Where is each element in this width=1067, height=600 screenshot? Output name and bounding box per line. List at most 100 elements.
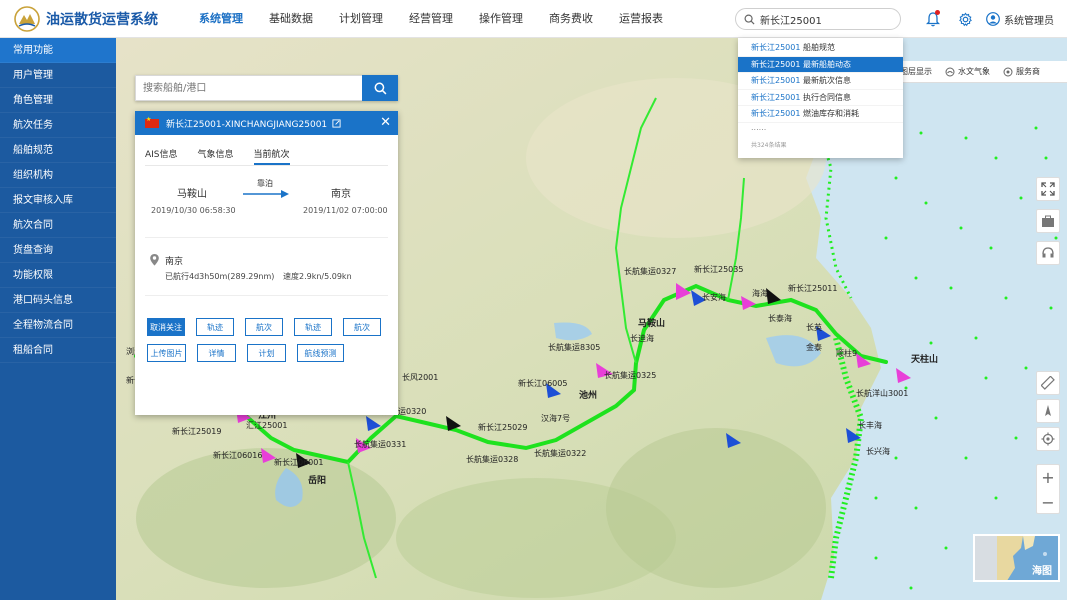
toolbox-button[interactable] <box>1036 209 1060 233</box>
to-time: 2019/11/02 07:00:00 <box>303 206 388 215</box>
svg-text:长泰海: 长泰海 <box>768 313 792 323</box>
headset-button[interactable] <box>1036 241 1060 265</box>
zoom-out-button[interactable]: − <box>1037 490 1059 515</box>
svg-text:新长江06016: 新长江06016 <box>213 450 262 460</box>
result-text: 最新船舶动态 <box>800 59 851 69</box>
route-forecast-button[interactable]: 航线预测 <box>297 344 344 362</box>
service-provider-label: 服务商 <box>1016 67 1040 76</box>
voyage-button-2[interactable]: 航次 <box>343 318 381 336</box>
svg-text:池州: 池州 <box>579 389 597 401</box>
map-search-button[interactable] <box>362 75 398 101</box>
svg-text:长迪海: 长迪海 <box>630 333 654 343</box>
arrow-right-icon <box>243 190 289 198</box>
sidebar-item-port-info[interactable]: 港口码头信息 <box>0 288 116 313</box>
from-time: 2019/10/30 06:58:30 <box>151 206 236 215</box>
sidebar-item-roles[interactable]: 角色管理 <box>0 88 116 113</box>
nav-item-operation[interactable]: 操作管理 <box>466 0 536 38</box>
popup-title: 新长江25001-XINCHANGJIANG25001 <box>166 119 328 130</box>
layer-display-button[interactable]: 图层显示 <box>900 66 932 77</box>
map-search-input[interactable] <box>135 75 362 101</box>
current-location: 南京 已航行4d3h50m(289.29nm) 速度2.9kn/5.09kn <box>145 238 388 296</box>
popup-actions: 取消关注 轨迹 航次 轨迹 航次 上传图片 详情 计划 航线预测 <box>147 318 392 370</box>
result-more[interactable]: ...... <box>738 123 903 138</box>
settings-button[interactable] <box>954 8 976 30</box>
track-button-2[interactable]: 轨迹 <box>294 318 332 336</box>
nav-item-system[interactable]: 系统管理 <box>186 0 256 38</box>
tab-weather-info[interactable]: 气象信息 <box>198 144 234 165</box>
search-icon <box>744 14 755 25</box>
svg-text:海海: 海海 <box>752 288 768 298</box>
user-menu[interactable]: 系统管理员 <box>986 12 1054 27</box>
fullscreen-button[interactable] <box>1036 177 1060 201</box>
top-icons: 系统管理员 <box>922 8 1054 30</box>
svg-text:马鞍山: 马鞍山 <box>638 317 665 329</box>
logo-icon <box>14 5 40 32</box>
sidebar-item-users[interactable]: 用户管理 <box>0 63 116 88</box>
sailed-info: 已航行4d3h50m(289.29nm) <box>165 272 275 281</box>
sidebar-item-voyage-tasks[interactable]: 航次任务 <box>0 113 116 138</box>
locate-button[interactable] <box>1036 427 1060 451</box>
minimap-label: 海图 <box>1032 566 1052 577</box>
sidebar-item-cargo-query[interactable]: 货盘查询 <box>0 238 116 263</box>
compass-button[interactable] <box>1036 399 1060 423</box>
sidebar-item-logistics-contract[interactable]: 全程物流合同 <box>0 313 116 338</box>
sidebar-item-voyage-contract[interactable]: 航次合同 <box>0 213 116 238</box>
sidebar-item-charter-contract[interactable]: 租船合同 <box>0 338 116 363</box>
user-avatar-icon <box>986 12 1000 26</box>
close-icon[interactable]: ✕ <box>380 115 391 131</box>
hydro-weather-label: 水文气象 <box>958 67 990 76</box>
tab-current-voyage[interactable]: 当前航次 <box>253 144 290 165</box>
notification-badge <box>935 10 940 15</box>
svg-text:长航集运8305: 长航集运8305 <box>548 342 600 352</box>
svg-text:岳阳: 岳阳 <box>308 474 326 486</box>
plan-button[interactable]: 计划 <box>247 344 286 362</box>
edit-icon[interactable] <box>332 118 341 128</box>
result-text: 燃油库存和消耗 <box>800 109 859 118</box>
svg-text:汇江25001: 汇江25001 <box>246 421 287 430</box>
sidebar-item-org[interactable]: 组织机构 <box>0 163 116 188</box>
speed-info: 速度2.9kn/5.09kn <box>283 272 352 281</box>
upload-image-button[interactable]: 上传图片 <box>147 344 186 362</box>
voyage-button[interactable]: 航次 <box>245 318 283 336</box>
from-port: 马鞍山 <box>177 189 207 200</box>
svg-text:长航集运0328: 长航集运0328 <box>466 454 518 464</box>
app-name: 油运散货运营系统 <box>46 11 158 28</box>
result-latest-voyage[interactable]: 新长江25001 最新航次信息 <box>738 73 903 90</box>
nav-item-business[interactable]: 经营管理 <box>396 0 466 38</box>
svg-text:金泰: 金泰 <box>806 342 822 352</box>
nav-item-reports[interactable]: 运营报表 <box>606 0 676 38</box>
sidebar-item-common[interactable]: 常用功能 <box>0 38 116 63</box>
result-contract-info[interactable]: 新长江25001 执行合同信息 <box>738 90 903 106</box>
svg-text:长航集运0331: 长航集运0331 <box>354 439 406 449</box>
notification-button[interactable] <box>922 8 944 30</box>
brand[interactable]: 油运散货运营系统 <box>0 5 180 32</box>
sidebar-item-message-review[interactable]: 报文审核入库 <box>0 188 116 213</box>
weather-icon <box>945 67 955 76</box>
search-results-dropdown: 新长江25001 船舶规范 新长江25001 最新船舶动态 新长江25001 最… <box>738 38 903 158</box>
svg-text:顺柱9: 顺柱9 <box>836 348 857 358</box>
locate-icon <box>1041 432 1055 446</box>
chart-minimap[interactable]: 海图 <box>973 534 1060 582</box>
result-highlight: 新长江25001 <box>751 43 801 52</box>
details-button[interactable]: 详情 <box>197 344 236 362</box>
zoom-in-button[interactable]: + <box>1037 465 1059 490</box>
hydro-weather-button[interactable]: 水文气象 <box>945 66 990 77</box>
popup-tabs: AIS信息 气象信息 当前航次 <box>145 144 388 166</box>
unfollow-button[interactable]: 取消关注 <box>147 318 185 336</box>
sidebar-item-ship-specs[interactable]: 船舶规范 <box>0 138 116 163</box>
sidebar-item-permissions[interactable]: 功能权限 <box>0 263 116 288</box>
nav-item-commerce[interactable]: 商务费收 <box>536 0 606 38</box>
ruler-button[interactable] <box>1036 371 1060 395</box>
map-view[interactable]: 长航集运0327 新长江25035 新长江25011 长安海 海海 长泰海 长英… <box>116 38 1067 600</box>
top-search-input[interactable] <box>760 13 890 25</box>
result-ship-specs[interactable]: 新长江25001 船舶规范 <box>738 40 903 57</box>
nav-item-basic-data[interactable]: 基础数据 <box>256 0 326 38</box>
track-button[interactable]: 轨迹 <box>196 318 234 336</box>
tab-ais-info[interactable]: AIS信息 <box>145 144 178 165</box>
top-search-box[interactable] <box>735 8 901 30</box>
service-provider-button[interactable]: 服务商 <box>1003 66 1040 77</box>
result-fuel-stock[interactable]: 新长江25001 燃油库存和消耗 <box>738 106 903 123</box>
svg-text:天柱山: 天柱山 <box>911 353 938 365</box>
result-latest-dynamics[interactable]: 新长江25001 最新船舶动态 <box>738 56 903 73</box>
nav-item-plan[interactable]: 计划管理 <box>326 0 396 38</box>
